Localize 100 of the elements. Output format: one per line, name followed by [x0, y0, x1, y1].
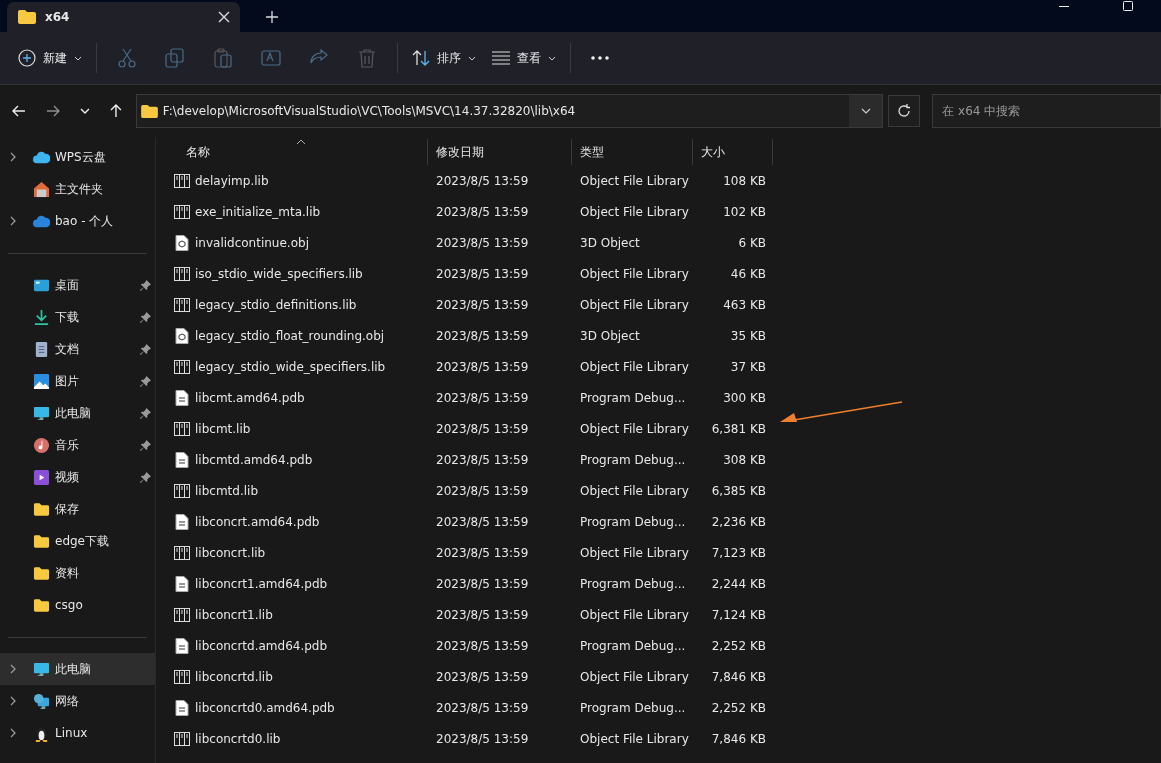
sidebar-item[interactable]: 图片: [0, 365, 155, 397]
sidebar-item[interactable]: 保存: [0, 493, 155, 525]
sidebar-item[interactable]: csgo: [0, 589, 155, 621]
library-file-icon: [174, 668, 190, 685]
column-header[interactable]: 类型: [572, 139, 693, 165]
sidebar-item[interactable]: 此电脑: [0, 653, 155, 685]
column-header[interactable]: 名称: [174, 139, 428, 165]
sidebar-item[interactable]: 音乐: [0, 429, 155, 461]
file-row[interactable]: libconcrt.amd64.pdb 2023/8/5 13:59 Program Debug... 2,236 KB: [174, 506, 1161, 537]
file-row[interactable]: libconcrtd.amd64.pdb 2023/8/5 13:59 Program Debug... 2,252 KB: [174, 630, 1161, 661]
folder-icon: [33, 532, 50, 550]
sidebar-item[interactable]: 文档: [0, 333, 155, 365]
folder-icon: [33, 500, 50, 518]
close-icon[interactable]: [218, 11, 230, 23]
view-button[interactable]: 查看: [484, 43, 564, 73]
new-button[interactable]: 新建: [10, 43, 90, 73]
object-file-icon: [174, 327, 190, 344]
pin-icon: [140, 407, 151, 419]
tab-title: x64: [45, 10, 71, 24]
file-row[interactable]: legacy_stdio_float_rounding.obj 2023/8/5 13:59 3D Object 35 KB: [174, 320, 1161, 351]
file-row[interactable]: libconcrt1.amd64.pdb 2023/8/5 13:59 Program Debug... 2,244 KB: [174, 568, 1161, 599]
file-name: delayimp.lib: [195, 173, 269, 188]
pin-icon: [140, 471, 151, 483]
column-header[interactable]: 修改日期: [428, 139, 572, 165]
sidebar-item[interactable]: bao - 个人: [0, 205, 155, 237]
network-icon: [33, 692, 50, 710]
sidebar-item[interactable]: Linux: [0, 717, 155, 749]
file-row[interactable]: libconcrtd.lib 2023/8/5 13:59 Object File Library 7,846 KB: [174, 661, 1161, 692]
maximize-icon[interactable]: [1123, 1, 1133, 11]
column-header[interactable]: 大小: [693, 139, 773, 165]
size-cell-text: 463 KB: [722, 297, 766, 312]
chevron-right-icon[interactable]: [10, 152, 16, 162]
date-cell-text: 2023/8/5 13:59: [435, 483, 530, 498]
refresh-button[interactable]: [888, 95, 921, 127]
file-row[interactable]: libconcrt1.lib 2023/8/5 13:59 Object File Library 7,124 KB: [174, 599, 1161, 630]
file-row[interactable]: invalidcontinue.obj 2023/8/5 13:59 3D Object 6 KB: [174, 227, 1161, 258]
type-cell-text: Object File Library: [579, 421, 690, 436]
file-row[interactable]: delayimp.lib 2023/8/5 13:59 Object File Library 108 KB: [174, 165, 1161, 196]
file-row[interactable]: iso_stdio_wide_specifiers.lib 2023/8/5 13:59 Object File Library 46 KB: [174, 258, 1161, 289]
sidebar-item[interactable]: WPS云盘: [0, 141, 155, 173]
address-path: F:\develop\MicrosoftVisualStudio\VC\Tools\MSVC\14.37.32820\lib\x64: [162, 104, 576, 118]
object-file-icon: [174, 234, 190, 251]
date-cell-text: 2023/8/5 13:59: [435, 607, 530, 622]
file-name: libcmt.amd64.pdb: [195, 390, 305, 405]
library-file-icon: [174, 265, 190, 282]
sidebar-item[interactable]: 视频: [0, 461, 155, 493]
file-row[interactable]: legacy_stdio_wide_specifiers.lib 2023/8/5 13:59 Object File Library 37 KB: [174, 351, 1161, 382]
file-row[interactable]: libconcrtd0.lib 2023/8/5 13:59 Object File Library 7,846 KB: [174, 723, 1161, 754]
date-cell-text: 2023/8/5 13:59: [435, 204, 530, 219]
file-row[interactable]: libconcrt.lib 2023/8/5 13:59 Object File Library 7,123 KB: [174, 537, 1161, 568]
type-cell-text: Object File Library: [579, 545, 690, 560]
date-cell-text: 2023/8/5 13:59: [435, 545, 530, 560]
type-cell-text: 3D Object: [579, 235, 641, 250]
file-row[interactable]: libcmtd.lib 2023/8/5 13:59 Object File Library 6,385 KB: [174, 475, 1161, 506]
date-cell-text: 2023/8/5 13:59: [435, 328, 530, 343]
file-row[interactable]: libcmt.lib 2023/8/5 13:59 Object File Library 6,381 KB: [174, 413, 1161, 444]
chevron-right-icon[interactable]: [10, 216, 16, 226]
chevron-right-icon[interactable]: [10, 664, 16, 674]
chevron-right-icon[interactable]: [10, 696, 16, 706]
window-tab[interactable]: x64: [7, 2, 240, 32]
date-cell-text: 2023/8/5 13:59: [435, 452, 530, 467]
sidebar-item[interactable]: 网络: [0, 685, 155, 717]
type-cell-text: Object File Library: [579, 297, 690, 312]
file-name: legacy_stdio_float_rounding.obj: [195, 328, 385, 343]
monitor-icon: [33, 404, 50, 422]
library-file-icon: [174, 420, 190, 437]
library-file-icon: [174, 544, 190, 561]
type-cell-text: Object File Library: [579, 204, 690, 219]
date-cell-text: 2023/8/5 13:59: [435, 235, 530, 250]
search-field[interactable]: 在 x64 中搜索: [932, 94, 1161, 128]
sidebar-item[interactable]: 资料: [0, 557, 155, 589]
sidebar-label: Linux: [55, 726, 89, 740]
file-row[interactable]: libconcrtd0.amd64.pdb 2023/8/5 13:59 Program Debug... 2,252 KB: [174, 692, 1161, 723]
sort-icon: [412, 50, 430, 66]
file-row[interactable]: libcmtd.amd64.pdb 2023/8/5 13:59 Program Debug... 308 KB: [174, 444, 1161, 475]
chevron-right-icon[interactable]: [10, 728, 16, 738]
new-tab-icon[interactable]: [266, 11, 278, 23]
up-icon[interactable]: [109, 104, 122, 118]
back-icon[interactable]: [12, 105, 26, 117]
chevron-down-icon[interactable]: [79, 108, 90, 114]
file-name: libcmtd.lib: [195, 483, 258, 498]
file-row[interactable]: exe_initialize_mta.lib 2023/8/5 13:59 Object File Library 102 KB: [174, 196, 1161, 227]
sidebar-item[interactable]: 此电脑: [0, 397, 155, 429]
address-bar[interactable]: F:\develop\MicrosoftVisualStudio\VC\Tools\MSVC\14.37.32820\lib\x64: [135, 94, 884, 128]
file-row[interactable]: legacy_stdio_definitions.lib 2023/8/5 13:59 Object File Library 463 KB: [174, 289, 1161, 320]
sort-button[interactable]: 排序: [404, 43, 484, 73]
download-icon: [33, 308, 50, 326]
size-cell-text: 6,385 KB: [710, 483, 766, 498]
sidebar-item[interactable]: 下载: [0, 301, 155, 333]
sidebar-label: 保存: [55, 500, 80, 518]
sidebar-item[interactable]: edge下载: [0, 525, 155, 557]
file-row[interactable]: libcmt.amd64.pdb 2023/8/5 13:59 Program Debug... 300 KB: [174, 382, 1161, 413]
debug-file-icon: [174, 575, 190, 592]
sidebar-item[interactable]: 主文件夹: [0, 173, 155, 205]
minimize-icon[interactable]: [1059, 6, 1069, 8]
type-cell-text: Program Debug...: [579, 514, 687, 529]
size-cell-text: 6 KB: [737, 235, 766, 250]
sidebar-label: 图片: [55, 372, 80, 390]
sidebar-item[interactable]: 桌面: [0, 269, 155, 301]
music-icon: [33, 436, 50, 454]
